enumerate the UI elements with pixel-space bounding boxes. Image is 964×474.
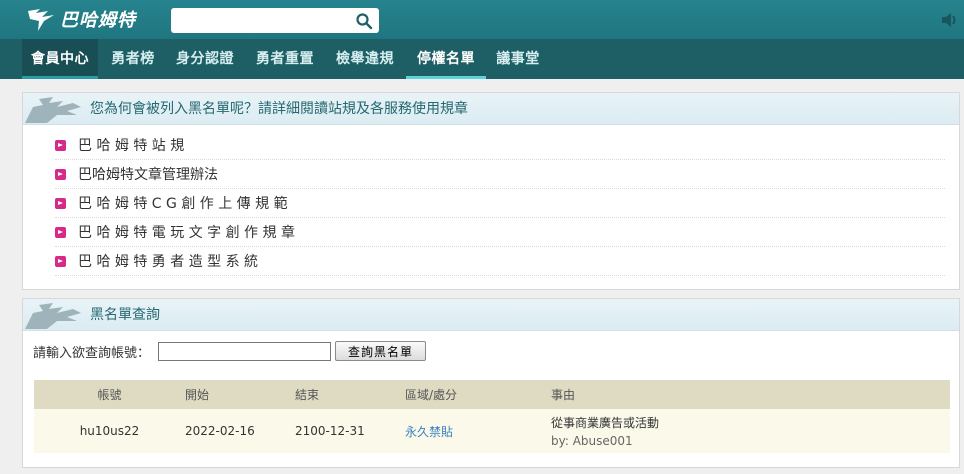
reason-text: 從事商業廣告或活動 xyxy=(551,416,660,430)
column-header-penalty: 區域/處分 xyxy=(405,380,551,409)
search-input[interactable] xyxy=(171,8,349,33)
column-header-end: 結束 xyxy=(295,380,405,409)
rule-link-article-management[interactable]: 巴哈姆特文章管理辦法 xyxy=(55,160,945,189)
rule-link-game-writing[interactable]: 巴 哈 姆 特 電 玩 文 字 創 作 規 章 xyxy=(55,218,945,247)
table-header-row: 帳號 開始 結束 區域/處分 事由 xyxy=(34,380,950,409)
cell-account: hu10us22 xyxy=(34,409,185,453)
top-header: 巴哈姆特 xyxy=(0,0,964,39)
nav-report-violation[interactable]: 檢舉違規 xyxy=(327,39,403,79)
query-blacklist-button[interactable]: 查詢黑名單 xyxy=(335,341,427,361)
cell-end: 2100-12-31 xyxy=(295,409,405,453)
cell-start: 2022-02-16 xyxy=(185,409,295,453)
blacklist-panel-header: 黑名單查詢 xyxy=(23,299,959,331)
blacklist-table: 帳號 開始 結束 區域/處分 事由 hu10us22 2022-02-16 21… xyxy=(34,380,950,453)
arrow-bullet-icon xyxy=(55,168,66,180)
column-header-reason: 事由 xyxy=(551,380,950,409)
site-logo[interactable]: 巴哈姆特 xyxy=(26,4,136,34)
rule-link-hero-avatar[interactable]: 巴 哈 姆 特 勇 者 造 型 系 統 xyxy=(55,247,945,276)
search-icon[interactable] xyxy=(355,12,373,30)
query-label: 請輸入欲查詢帳號： xyxy=(33,345,151,361)
column-header-account: 帳號 xyxy=(34,380,185,409)
blacklist-panel-title: 黑名單查詢 xyxy=(90,307,160,323)
penalty-link[interactable]: 永久禁貼 xyxy=(405,425,453,439)
rule-link-label: 巴 哈 姆 特 C G 創 作 上 傳 規 範 xyxy=(78,196,288,212)
arrow-bullet-icon xyxy=(55,255,66,267)
rules-panel-header: 您為何會被列入黑名單呢？請詳細閱讀站規及各服務使用規章 xyxy=(23,93,959,125)
nav-suspension-list[interactable]: 停權名單 xyxy=(406,39,486,79)
arrow-bullet-icon xyxy=(55,197,66,209)
rules-panel: 您為何會被列入黑名單呢？請詳細閱讀站規及各服務使用規章 巴 哈 姆 特 站 規 … xyxy=(22,92,960,290)
table-row: hu10us22 2022-02-16 2100-12-31 永久禁貼 從事商業… xyxy=(34,409,950,453)
column-header-start: 開始 xyxy=(185,380,295,409)
cell-penalty: 永久禁貼 xyxy=(405,409,551,453)
blacklist-panel: 黑名單查詢 請輸入欲查詢帳號： 查詢黑名單 帳號 開始 結束 區域/處分 事由 … xyxy=(22,298,960,468)
search-box xyxy=(171,8,379,33)
logo-text: 巴哈姆特 xyxy=(60,10,136,31)
dragon-icon xyxy=(25,97,81,123)
rule-link-label: 巴 哈 姆 特 勇 者 造 型 系 統 xyxy=(78,254,259,270)
cell-reason: 從事商業廣告或活動 by: Abuse001 xyxy=(551,409,950,453)
arrow-bullet-icon xyxy=(55,139,66,151)
account-query-input[interactable] xyxy=(158,341,332,361)
nav-hero-ranking[interactable]: 勇者榜 xyxy=(101,39,165,79)
arrow-bullet-icon xyxy=(55,226,66,238)
dragon-logo-icon xyxy=(28,9,54,31)
blacklist-query-form: 請輸入欲查詢帳號： 查詢黑名單 xyxy=(33,341,427,361)
rule-link-label: 巴 哈 姆 特 電 玩 文 字 創 作 規 章 xyxy=(78,225,295,241)
rule-link-label: 巴哈姆特文章管理辦法 xyxy=(78,167,218,183)
nav-council[interactable]: 議事堂 xyxy=(489,39,547,79)
reason-by: by: Abuse001 xyxy=(551,434,633,448)
rules-panel-title: 您為何會被列入黑名單呢？請詳細閱讀站規及各服務使用規章 xyxy=(90,101,468,117)
rule-link-site-rules[interactable]: 巴 哈 姆 特 站 規 xyxy=(55,131,945,160)
dragon-icon xyxy=(25,303,81,329)
nav-member-center[interactable]: 會員中心 xyxy=(22,39,98,79)
nav-hero-reset[interactable]: 勇者重置 xyxy=(247,39,323,79)
rule-link-cg-upload[interactable]: 巴 哈 姆 特 C G 創 作 上 傳 規 範 xyxy=(55,189,945,218)
main-nav: 會員中心 勇者榜 身分認證 勇者重置 檢舉違規 停權名單 議事堂 xyxy=(0,39,964,79)
rules-link-list: 巴 哈 姆 特 站 規 巴哈姆特文章管理辦法 巴 哈 姆 特 C G 創 作 上… xyxy=(23,125,959,276)
nav-identity-verify[interactable]: 身分認證 xyxy=(167,39,243,79)
speaker-icon[interactable] xyxy=(940,11,960,29)
rule-link-label: 巴 哈 姆 特 站 規 xyxy=(78,138,185,154)
